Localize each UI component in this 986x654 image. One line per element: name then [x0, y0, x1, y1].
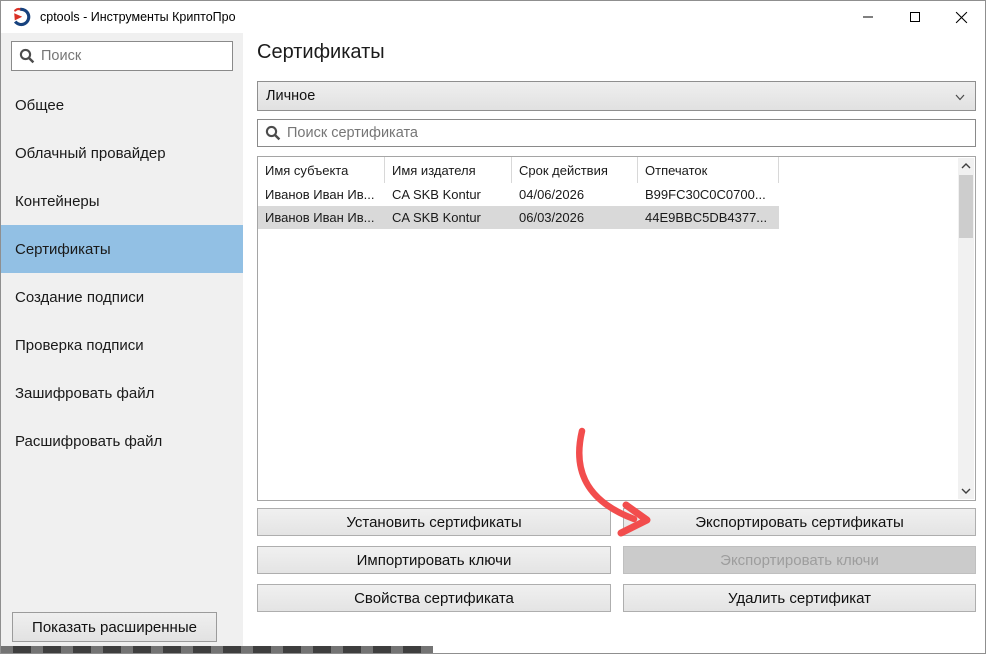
- sidebar-item-label: Сертификаты: [15, 241, 111, 258]
- delete-certificate-button[interactable]: Удалить сертификат: [623, 584, 976, 612]
- certificate-search-input[interactable]: [287, 120, 975, 146]
- sidebar: Общее Облачный провайдер Контейнеры Сертифи…: [1, 33, 243, 653]
- maximize-icon: [909, 11, 921, 23]
- chevron-down-icon: [961, 487, 971, 495]
- window-controls: [844, 1, 985, 33]
- sidebar-item-label: Расшифровать файл: [15, 433, 162, 450]
- export-keys-button: Экспортировать ключи: [623, 546, 976, 574]
- export-certificates-button[interactable]: Экспортировать сертификаты: [623, 508, 976, 536]
- table-cell: B99FC30C0C0700...: [638, 183, 779, 206]
- table-cell: Иванов Иван Ив...: [258, 183, 385, 206]
- install-certificates-button[interactable]: Установить сертификаты: [257, 508, 611, 536]
- table-header: Имя субъектаИмя издателяСрок действияОтп…: [258, 157, 975, 183]
- table-row[interactable]: Иванов Иван Ив...CA SKB Kontur06/03/2026…: [258, 206, 779, 229]
- sidebar-nav: Общее Облачный провайдер Контейнеры Сертифи…: [1, 81, 243, 465]
- scroll-up-button[interactable]: [958, 158, 974, 174]
- minimize-icon: [862, 11, 874, 23]
- close-icon: [955, 11, 968, 24]
- sidebar-item-label: Зашифровать файл: [15, 385, 154, 402]
- table-column-header[interactable]: Имя субъекта: [258, 157, 385, 183]
- sidebar-item-label: Общее: [15, 97, 64, 114]
- search-icon: [19, 48, 35, 64]
- sidebar-item-general[interactable]: Общее: [1, 81, 243, 129]
- sidebar-item-label: Контейнеры: [15, 193, 100, 210]
- window-title: cptools - Инструменты КриптоПро: [40, 10, 236, 24]
- action-buttons: Установить сертификаты Экспортировать сер…: [257, 508, 976, 612]
- table-cell: CA SKB Kontur: [385, 206, 512, 229]
- titlebar: cptools - Инструменты КриптоПро: [1, 1, 985, 33]
- table-cell: CA SKB Kontur: [385, 183, 512, 206]
- sidebar-item-encrypt-file[interactable]: Зашифровать файл: [1, 369, 243, 417]
- sidebar-item-create-signature[interactable]: Создание подписи: [1, 273, 243, 321]
- app-logo-icon: [12, 7, 32, 27]
- certificate-properties-button[interactable]: Свойства сертификата: [257, 584, 611, 612]
- table-body: Иванов Иван Ив...CA SKB Kontur04/06/2026…: [258, 183, 975, 229]
- table-cell: 44E9BBC5DB4377...: [638, 206, 779, 229]
- sidebar-search-input[interactable]: [41, 42, 232, 70]
- chevron-up-icon: [961, 162, 971, 170]
- table-row[interactable]: Иванов Иван Ив...CA SKB Kontur04/06/2026…: [258, 183, 779, 206]
- maximize-button[interactable]: [891, 1, 938, 33]
- search-icon: [265, 125, 281, 141]
- main-panel: Сертификаты Личное Имя субъектаИмя издат…: [243, 33, 985, 653]
- sidebar-item-label: Проверка подписи: [15, 337, 144, 354]
- close-button[interactable]: [938, 1, 985, 33]
- minimize-button[interactable]: [844, 1, 891, 33]
- import-keys-button[interactable]: Импортировать ключи: [257, 546, 611, 574]
- certificate-search-box[interactable]: [257, 119, 976, 147]
- table-cell: 06/03/2026: [512, 206, 638, 229]
- sidebar-item-cloud-provider[interactable]: Облачный провайдер: [1, 129, 243, 177]
- sidebar-item-containers[interactable]: Контейнеры: [1, 177, 243, 225]
- certificates-table: Имя субъектаИмя издателяСрок действияОтп…: [257, 156, 976, 501]
- table-column-header[interactable]: Имя издателя: [385, 157, 512, 183]
- sidebar-item-certificates[interactable]: Сертификаты: [1, 225, 243, 273]
- table-column-header[interactable]: Отпечаток: [638, 157, 779, 183]
- table-cell: Иванов Иван Ив...: [258, 206, 385, 229]
- sidebar-item-label: Создание подписи: [15, 289, 144, 306]
- app-window: cptools - Инструменты КриптоПро Общее Обл…: [0, 0, 986, 654]
- table-column-header[interactable]: Срок действия: [512, 157, 638, 183]
- page-title: Сертификаты: [257, 41, 385, 64]
- chevron-down-icon: [954, 91, 966, 103]
- sidebar-item-verify-signature[interactable]: Проверка подписи: [1, 321, 243, 369]
- scrollbar-thumb[interactable]: [959, 175, 973, 238]
- certificate-store-select[interactable]: Личное: [257, 81, 976, 111]
- scroll-down-button[interactable]: [958, 483, 974, 499]
- background-artifact: [1, 646, 433, 653]
- sidebar-item-decrypt-file[interactable]: Расшифровать файл: [1, 417, 243, 465]
- sidebar-search-box[interactable]: [11, 41, 233, 71]
- sidebar-item-label: Облачный провайдер: [15, 145, 166, 162]
- store-select-value: Личное: [266, 88, 315, 104]
- table-cell: 04/06/2026: [512, 183, 638, 206]
- show-advanced-button[interactable]: Показать расширенные: [12, 612, 217, 642]
- vertical-scrollbar[interactable]: [958, 158, 974, 499]
